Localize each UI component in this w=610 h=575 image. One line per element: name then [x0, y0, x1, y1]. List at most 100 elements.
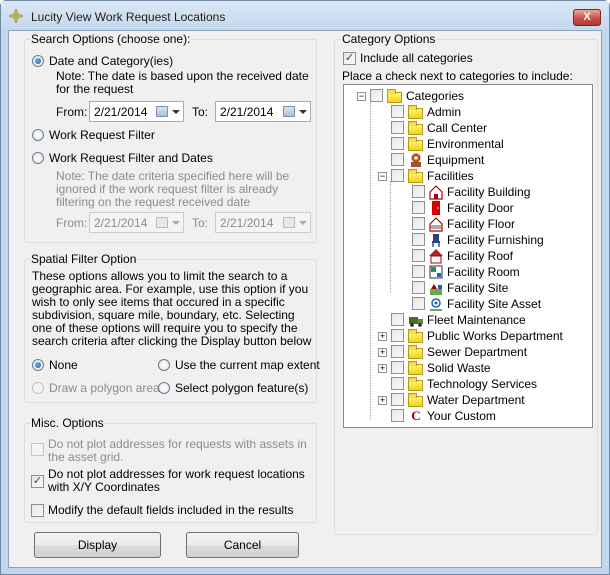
folder-icon	[408, 137, 423, 151]
tree-checkbox[interactable]	[391, 409, 404, 422]
tree-node-call-center[interactable]: Call Center	[344, 120, 592, 136]
tree-node-facility-building[interactable]: Facility Building	[344, 184, 592, 200]
tree-checkbox[interactable]	[412, 201, 425, 214]
tree-checkbox[interactable]	[391, 361, 404, 374]
expand-icon[interactable]: +	[378, 396, 387, 405]
tree-checkbox[interactable]	[370, 89, 383, 102]
tree-label: Solid Waste	[427, 361, 491, 375]
spatial-desc-6: search criteria after clicking the Displ…	[32, 334, 312, 348]
tree-node-admin[interactable]: Admin	[344, 104, 592, 120]
tree-label: Public Works Department	[427, 329, 563, 343]
search-options-title: Search Options (choose one):	[30, 32, 192, 46]
tree-node-facility-roof[interactable]: Facility Roof	[344, 248, 592, 264]
tree-node-public-works[interactable]: + Public Works Department	[344, 328, 592, 344]
expand-icon[interactable]: +	[378, 332, 387, 341]
folder-icon	[408, 105, 423, 119]
to-date-picker[interactable]: 2/21/2014	[215, 101, 311, 122]
tree-node-facility-site-asset[interactable]: Facility Site Asset	[344, 296, 592, 312]
tree-label: Technology Services	[427, 377, 538, 391]
chevron-down-icon	[172, 110, 180, 114]
tree-checkbox[interactable]	[391, 169, 404, 182]
radio-date-category[interactable]	[32, 55, 44, 67]
door-icon	[432, 201, 440, 215]
folder-icon	[408, 393, 423, 407]
radio-work-request-filter[interactable]	[32, 129, 44, 141]
folder-icon	[408, 377, 423, 391]
tree-checkbox[interactable]	[391, 121, 404, 134]
tree-checkbox[interactable]	[391, 329, 404, 342]
folder-icon	[408, 361, 423, 375]
note-received-date-1: Note: The date is based upon the receive…	[56, 69, 309, 83]
checkmark-icon: ✓	[344, 52, 355, 64]
site-asset-icon	[430, 298, 442, 311]
tree-checkbox[interactable]	[412, 217, 425, 230]
category-instruction: Place a check next to categories to incl…	[342, 69, 573, 83]
tree-node-facility-floor[interactable]: Facility Floor	[344, 216, 592, 232]
tree-checkbox[interactable]	[391, 345, 404, 358]
tree-node-facility-site[interactable]: Facility Site	[344, 280, 592, 296]
tree-checkbox[interactable]	[412, 249, 425, 262]
tree-label: Facility Building	[447, 185, 531, 199]
tree-checkbox[interactable]	[391, 313, 404, 326]
from-label: From:	[56, 105, 88, 119]
checkbox-modify-fields[interactable]	[31, 504, 44, 517]
note-filter-3: filtering on the request received date	[56, 195, 251, 209]
tree-node-sewer[interactable]: + Sewer Department	[344, 344, 592, 360]
display-button[interactable]: Display	[34, 532, 161, 558]
tree-node-fleet-maintenance[interactable]: Fleet Maintenance	[344, 312, 592, 328]
tree-node-solid-waste[interactable]: + Solid Waste	[344, 360, 592, 376]
tree-label: Facility Site	[447, 281, 509, 295]
tree-node-your-custom[interactable]: C Your Custom	[344, 408, 592, 424]
radio-work-request-filter-label: Work Request Filter	[49, 128, 155, 142]
close-button[interactable]: X	[573, 9, 601, 26]
radio-select-polygon[interactable]	[158, 382, 170, 394]
chevron-down-icon	[172, 221, 180, 225]
tree-checkbox[interactable]	[412, 297, 425, 310]
client-area: Search Options (choose one): Date and Ca…	[8, 30, 602, 568]
cancel-button[interactable]: Cancel	[186, 532, 299, 558]
tree-checkbox[interactable]	[391, 105, 404, 118]
tree-node-technology[interactable]: Technology Services	[344, 376, 592, 392]
title-bar[interactable]: Lucity View Work Request Locations X	[1, 1, 609, 31]
tree-checkbox[interactable]	[412, 233, 425, 246]
collapse-icon[interactable]: −	[378, 172, 387, 181]
roof-icon	[429, 249, 443, 264]
tree-node-facility-room[interactable]: Facility Room	[344, 264, 592, 280]
misc-options-title: Misc. Options	[30, 416, 105, 430]
tree-label: Your Custom	[427, 409, 496, 423]
checkbox-no-plot-xy[interactable]: ✓	[31, 475, 44, 488]
tree-node-environmental[interactable]: Environmental	[344, 136, 592, 152]
tree-checkbox[interactable]	[412, 265, 425, 278]
tree-node-categories[interactable]: − Categories	[344, 88, 592, 104]
custom-icon: C	[411, 408, 421, 423]
tree-checkbox[interactable]	[391, 377, 404, 390]
chevron-down-icon	[299, 110, 307, 114]
equipment-icon	[411, 153, 421, 167]
close-icon: X	[583, 11, 591, 23]
radio-filter-and-dates[interactable]	[32, 152, 44, 164]
calendar-icon	[283, 217, 295, 228]
tree-checkbox[interactable]	[412, 185, 425, 198]
tree-label: Call Center	[427, 121, 488, 135]
furnishing-icon	[432, 234, 440, 247]
tree-node-facility-furnishing[interactable]: Facility Furnishing	[344, 232, 592, 248]
tree-node-water[interactable]: + Water Department	[344, 392, 592, 408]
radio-map-extent[interactable]	[158, 359, 170, 371]
checkbox-no-plot-xy-label-2: with X/Y Coordinates	[48, 480, 160, 494]
tree-node-facility-door[interactable]: Facility Door	[344, 200, 592, 216]
tree-checkbox[interactable]	[391, 393, 404, 406]
checkbox-include-all[interactable]: ✓	[343, 52, 356, 65]
tree-node-equipment[interactable]: Equipment	[344, 152, 592, 168]
tree-checkbox[interactable]	[391, 153, 404, 166]
from-date-picker[interactable]: 2/21/2014	[89, 101, 184, 122]
expand-icon[interactable]: +	[378, 364, 387, 373]
radio-none[interactable]	[32, 359, 44, 371]
radio-none-label: None	[49, 358, 78, 372]
chevron-down-icon	[299, 221, 307, 225]
expand-icon[interactable]: +	[378, 348, 387, 357]
tree-checkbox[interactable]	[391, 137, 404, 150]
tree-node-facilities[interactable]: − Facilities	[344, 168, 592, 184]
category-tree[interactable]: − Categories Admin Call Center Environme…	[343, 84, 593, 428]
tree-checkbox[interactable]	[412, 281, 425, 294]
collapse-icon[interactable]: −	[357, 92, 366, 101]
